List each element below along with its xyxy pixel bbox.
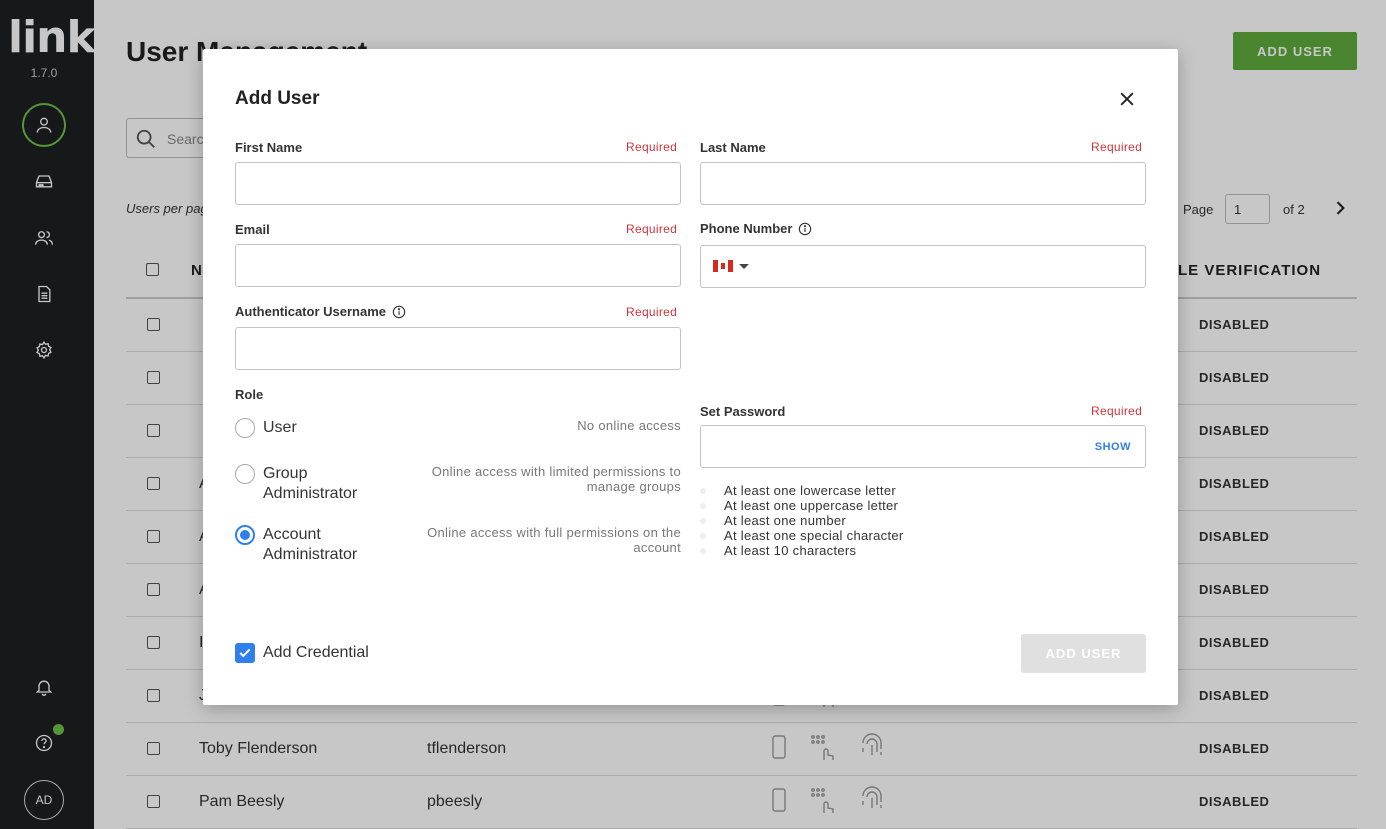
password-rule-text: At least one uppercase letter <box>724 498 899 513</box>
email-label: Email <box>235 222 270 237</box>
role-account-admin-desc: Online access with full permissions on t… <box>427 525 681 555</box>
email-field[interactable] <box>235 244 681 287</box>
canada-flag-icon <box>713 260 733 272</box>
phone-number-field[interactable] <box>700 245 1146 288</box>
auth-username-required: Required <box>626 305 678 319</box>
auth-username-label-text: Authenticator Username <box>235 304 386 319</box>
show-password-button[interactable]: SHOW <box>1095 441 1131 453</box>
role-group-admin-desc: Online access with limited permissions t… <box>431 464 681 494</box>
role-user-label[interactable]: User <box>263 418 393 438</box>
close-icon[interactable] <box>1117 89 1137 109</box>
password-rules: At least one lowercase letter At least o… <box>700 483 904 558</box>
last-name-field[interactable] <box>700 162 1146 205</box>
checkmark-icon <box>239 648 251 658</box>
auth-username-label: Authenticator Username <box>235 304 406 319</box>
role-group-admin-radio[interactable] <box>235 464 255 484</box>
password-rule-text: At least 10 characters <box>724 543 857 558</box>
rule-status-icon <box>700 517 706 524</box>
rule-status-icon <box>700 532 706 539</box>
rule-status-icon <box>700 487 706 494</box>
role-account-admin-label[interactable]: Account Administrator <box>263 525 393 565</box>
phone-label-text: Phone Number <box>700 221 793 236</box>
last-name-required: Required <box>1091 140 1143 154</box>
email-required: Required <box>626 222 678 236</box>
rule-status-icon <box>700 547 706 554</box>
role-account-admin-radio[interactable] <box>235 525 255 545</box>
submit-add-user-button[interactable]: ADD USER <box>1021 634 1146 673</box>
caret-down-icon <box>739 263 749 269</box>
password-rule: At least one uppercase letter <box>700 498 904 513</box>
country-select[interactable] <box>713 260 749 272</box>
add-credential-label[interactable]: Add Credential <box>263 644 369 662</box>
modal-title: Add User <box>235 88 320 109</box>
password-field[interactable]: SHOW <box>700 425 1146 468</box>
add-credential-checkbox[interactable] <box>235 643 255 663</box>
add-user-modal: Add User First Name Required Last Name R… <box>203 49 1178 705</box>
info-icon[interactable] <box>798 222 812 236</box>
password-rule: At least 10 characters <box>700 543 904 558</box>
first-name-field[interactable] <box>235 162 681 205</box>
first-name-label: First Name <box>235 140 303 155</box>
password-label: Set Password <box>700 404 786 419</box>
role-label: Role <box>235 387 264 402</box>
password-rule-text: At least one lowercase letter <box>724 483 897 498</box>
last-name-label: Last Name <box>700 140 766 155</box>
password-required: Required <box>1091 404 1143 418</box>
first-name-required: Required <box>626 140 678 154</box>
role-user-desc: No online access <box>577 418 681 433</box>
password-rule: At least one lowercase letter <box>700 483 904 498</box>
rule-status-icon <box>700 502 706 509</box>
auth-username-field[interactable] <box>235 327 681 370</box>
role-user-radio[interactable] <box>235 418 255 438</box>
password-rule: At least one special character <box>700 528 904 543</box>
role-group-admin-label[interactable]: Group Administrator <box>263 464 393 504</box>
phone-label: Phone Number <box>700 221 812 236</box>
info-icon[interactable] <box>392 305 406 319</box>
password-rule-text: At least one number <box>724 513 847 528</box>
password-rule: At least one number <box>700 513 904 528</box>
password-rule-text: At least one special character <box>724 528 904 543</box>
